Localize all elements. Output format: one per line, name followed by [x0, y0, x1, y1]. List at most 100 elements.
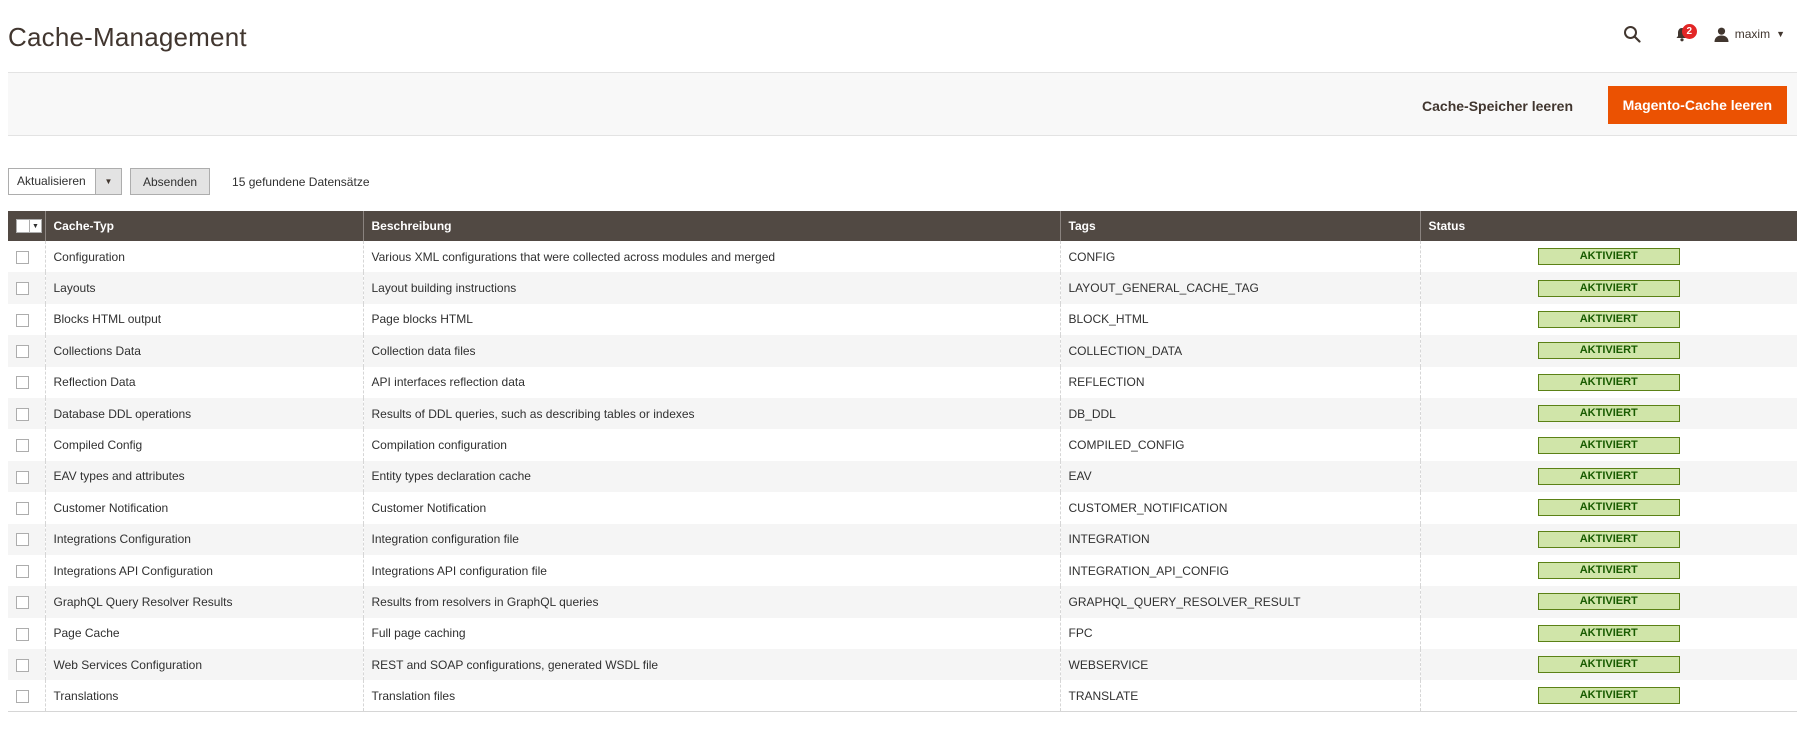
row-checkbox[interactable] [16, 470, 29, 484]
notifications-button[interactable]: 2 [1668, 22, 1697, 46]
column-header-tags[interactable]: Tags [1059, 211, 1420, 241]
description-cell: Customer Notification [362, 492, 1060, 524]
cache-type-cell: Customer Notification [44, 492, 363, 524]
status-badge: AKTIVIERT [1537, 436, 1680, 454]
description-cell: Results from resolvers in GraphQL querie… [362, 586, 1060, 618]
chevron-down-icon: ▼ [95, 169, 121, 194]
tags-cell: GRAPHQL_QUERY_RESOLVER_RESULT [1059, 586, 1420, 618]
cache-type-cell: Configuration [44, 241, 363, 273]
row-checkbox[interactable] [16, 533, 29, 547]
cache-type-cell: Compiled Config [44, 429, 363, 461]
mass-select-checkbox[interactable]: ▼ [16, 219, 42, 233]
submit-button[interactable]: Absenden [130, 168, 211, 195]
table-row[interactable]: Customer Notification Customer Notificat… [8, 492, 1797, 524]
user-account-menu[interactable]: maxim ▼ [1714, 27, 1785, 42]
table-row[interactable]: Reflection Data API interfaces reflectio… [8, 366, 1797, 398]
status-badge: AKTIVIERT [1537, 499, 1680, 517]
row-checkbox[interactable] [16, 376, 29, 390]
tags-cell: INTEGRATION_API_CONFIG [1059, 554, 1420, 587]
status-cell: AKTIVIERT [1419, 680, 1797, 713]
cache-type-cell: Blocks HTML output [44, 303, 363, 336]
row-checkbox-cell[interactable] [8, 555, 45, 586]
status-badge: AKTIVIERT [1537, 467, 1680, 485]
row-checkbox-cell[interactable] [8, 367, 45, 398]
search-button[interactable] [1618, 22, 1646, 46]
description-cell: Page blocks HTML [362, 303, 1060, 336]
row-checkbox-cell[interactable] [8, 649, 45, 681]
row-checkbox-cell[interactable] [8, 680, 45, 713]
table-row[interactable]: Layouts Layout building instructions LAY… [8, 272, 1797, 304]
row-checkbox-cell[interactable] [8, 586, 45, 618]
table-row[interactable]: GraphQL Query Resolver Results Results f… [8, 586, 1797, 618]
status-cell: AKTIVIERT [1419, 335, 1797, 367]
row-checkbox[interactable] [16, 313, 29, 327]
table-row[interactable]: Configuration Various XML configurations… [8, 241, 1797, 273]
row-checkbox-cell[interactable] [8, 304, 45, 335]
status-cell: AKTIVIERT [1419, 241, 1797, 273]
table-row[interactable]: Collections Data Collection data files C… [8, 335, 1797, 367]
user-icon [1714, 27, 1729, 42]
header-actions: 2 maxim ▼ [1618, 22, 1785, 46]
column-header-description[interactable]: Beschreibung [362, 211, 1060, 241]
status-cell: AKTIVIERT [1419, 554, 1797, 587]
status-cell: AKTIVIERT [1419, 523, 1797, 555]
row-checkbox[interactable] [16, 596, 29, 610]
row-checkbox-cell[interactable] [8, 397, 45, 430]
tags-cell: TRANSLATE [1059, 680, 1420, 713]
flush-magento-cache-button[interactable]: Magento-Cache leeren [1607, 86, 1787, 124]
table-row[interactable]: Compiled Config Compilation configuratio… [8, 429, 1797, 461]
row-checkbox-cell[interactable] [8, 523, 45, 555]
row-checkbox-cell[interactable] [8, 272, 45, 304]
flush-cache-storage-button[interactable]: Cache-Speicher leeren [1408, 88, 1587, 124]
status-badge: AKTIVIERT [1537, 310, 1680, 328]
cache-type-cell: Reflection Data [44, 366, 363, 398]
header-mass-select[interactable]: ▼ [8, 211, 45, 241]
row-checkbox[interactable] [16, 250, 29, 264]
tags-cell: LAYOUT_GENERAL_CACHE_TAG [1059, 272, 1420, 304]
table-row[interactable]: Blocks HTML output Page blocks HTML BLOC… [8, 303, 1797, 336]
row-checkbox[interactable] [16, 658, 29, 672]
cache-type-cell: Database DDL operations [44, 397, 363, 430]
cache-type-cell: Translations [44, 680, 363, 713]
table-row[interactable]: Web Services Configuration REST and SOAP… [8, 649, 1797, 681]
tags-cell: DB_DDL [1059, 397, 1420, 430]
status-cell: AKTIVIERT [1419, 303, 1797, 336]
mass-action-select[interactable]: Aktualisieren ▼ [8, 168, 122, 195]
row-checkbox[interactable] [16, 501, 29, 515]
description-cell: Layout building instructions [362, 272, 1060, 304]
cache-type-cell: EAV types and attributes [44, 460, 363, 493]
description-cell: Integrations API configuration file [362, 554, 1060, 587]
chevron-down-icon: ▼ [29, 220, 41, 232]
description-cell: Compilation configuration [362, 429, 1060, 461]
row-checkbox[interactable] [16, 564, 29, 578]
status-cell: AKTIVIERT [1419, 272, 1797, 304]
row-checkbox-cell[interactable] [8, 492, 45, 523]
row-checkbox-cell[interactable] [8, 460, 45, 493]
table-row[interactable]: Translations Translation files TRANSLATE… [8, 680, 1797, 713]
column-header-status[interactable]: Status [1419, 211, 1797, 241]
row-checkbox[interactable] [16, 439, 29, 453]
table-row[interactable]: Integrations API Configuration Integrati… [8, 554, 1797, 587]
row-checkbox[interactable] [16, 690, 29, 704]
row-checkbox-cell[interactable] [8, 241, 45, 272]
tags-cell: BLOCK_HTML [1059, 303, 1420, 336]
column-header-cache-type[interactable]: Cache-Typ [44, 211, 363, 241]
search-icon [1623, 26, 1641, 43]
description-cell: Results of DDL queries, such as describi… [362, 397, 1060, 430]
tags-cell: CONFIG [1059, 241, 1420, 273]
cache-type-cell: Collections Data [44, 335, 363, 367]
row-checkbox[interactable] [16, 627, 29, 641]
table-row[interactable]: EAV types and attributes Entity types de… [8, 460, 1797, 493]
row-checkbox[interactable] [16, 407, 29, 421]
row-checkbox-cell[interactable] [8, 618, 45, 649]
table-row[interactable]: Database DDL operations Results of DDL q… [8, 397, 1797, 430]
row-checkbox[interactable] [16, 345, 29, 359]
table-row[interactable]: Integrations Configuration Integration c… [8, 523, 1797, 555]
row-checkbox[interactable] [16, 282, 29, 296]
row-checkbox-cell[interactable] [8, 335, 45, 367]
table-row[interactable]: Page Cache Full page caching FPC AKTIVIE… [8, 617, 1797, 650]
row-checkbox-cell[interactable] [8, 429, 45, 460]
status-badge: AKTIVIERT [1537, 248, 1680, 266]
records-found-count: 15 gefundene Datensätze [232, 174, 370, 189]
status-badge: AKTIVIERT [1537, 656, 1680, 674]
